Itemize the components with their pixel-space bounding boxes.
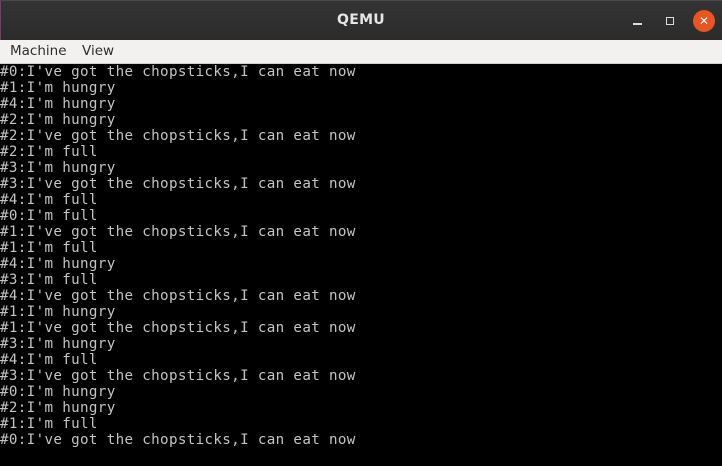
console-line: #4:I've got the chopsticks,I can eat now bbox=[0, 288, 356, 304]
console-line: #2:I've got the chopsticks,I can eat now bbox=[0, 128, 356, 144]
console-line: #4:I'm hungry bbox=[0, 256, 116, 272]
console-line: #4:I'm full bbox=[0, 192, 98, 208]
console-line: #1:I've got the chopsticks,I can eat now bbox=[0, 224, 356, 240]
window-title: QEMU bbox=[337, 12, 385, 28]
console-line: #0:I'm full bbox=[0, 208, 98, 224]
console-line: #1:I'm full bbox=[0, 240, 98, 256]
console-line: #3:I'm full bbox=[0, 272, 98, 288]
menu-view[interactable]: View bbox=[82, 43, 114, 59]
maximize-icon bbox=[666, 17, 674, 25]
close-icon: ✕ bbox=[698, 14, 710, 28]
console-line: #2:I'm full bbox=[0, 144, 98, 160]
console-line: #3:I've got the chopsticks,I can eat now bbox=[0, 176, 356, 192]
minimize-button[interactable] bbox=[626, 10, 648, 32]
console-line: #2:I'm hungry bbox=[0, 400, 116, 416]
console-line: #3:I'm hungry bbox=[0, 336, 116, 352]
title-bar[interactable]: QEMU ✕ bbox=[0, 0, 722, 41]
console-line: #3:I'm hungry bbox=[0, 160, 116, 176]
maximize-button[interactable] bbox=[659, 10, 681, 32]
console-line: #3:I've got the chopsticks,I can eat now bbox=[0, 368, 356, 384]
console-line: #4:I'm full bbox=[0, 352, 98, 368]
console-line: #0:I've got the chopsticks,I can eat now bbox=[0, 432, 356, 448]
console-line: #0:I've got the chopsticks,I can eat now bbox=[0, 64, 356, 80]
console-line: #1:I'm hungry bbox=[0, 304, 116, 320]
minimize-icon bbox=[632, 23, 642, 25]
close-button[interactable]: ✕ bbox=[693, 10, 715, 32]
console-line: #2:I'm hungry bbox=[0, 112, 116, 128]
console-line: #1:I'm full bbox=[0, 416, 98, 432]
vm-console[interactable]: #0:I've got the chopsticks,I can eat now… bbox=[0, 64, 722, 466]
console-line: #0:I'm hungry bbox=[0, 384, 116, 400]
qemu-window: QEMU ✕ Machine View #0:I've got the chop… bbox=[0, 0, 722, 466]
menu-bar: Machine View bbox=[0, 40, 722, 64]
console-line: #1:I've got the chopsticks,I can eat now bbox=[0, 320, 356, 336]
console-line: #4:I'm hungry bbox=[0, 96, 116, 112]
menu-machine[interactable]: Machine bbox=[10, 43, 67, 59]
console-line: #1:I'm hungry bbox=[0, 80, 116, 96]
